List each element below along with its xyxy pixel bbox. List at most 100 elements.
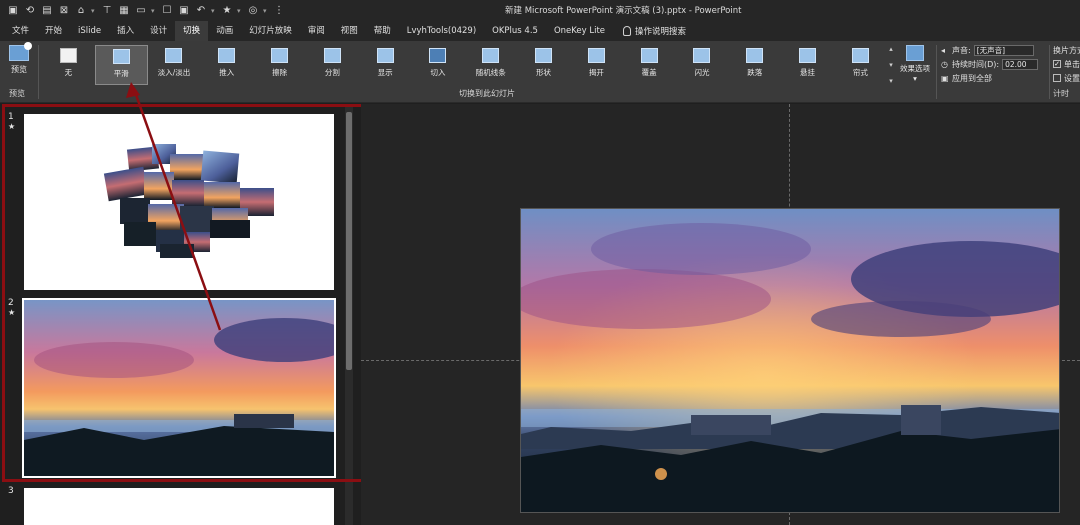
tab-slideshow[interactable]: 幻灯片放映: [241, 21, 300, 41]
tab-file[interactable]: 文件: [4, 21, 37, 41]
annotation-highlight-box: [2, 104, 388, 482]
on-click-label: 单击: [1064, 59, 1080, 69]
transition-label: 擦除: [272, 68, 288, 77]
transitions-group-label: 切换到此幻灯片: [459, 89, 515, 98]
transition-label: 帘式: [852, 68, 868, 77]
transition-wipe[interactable]: 擦除: [253, 45, 306, 85]
transition-label: 分割: [324, 68, 340, 77]
group-divider: [38, 45, 39, 99]
transition-cover[interactable]: 覆盖: [623, 45, 676, 85]
advance-slide-group: 换片方式 ✓ 单击 设置: [1053, 43, 1080, 85]
scroll-down-icon[interactable]: ▾: [889, 61, 893, 69]
shape-icon: [535, 48, 553, 63]
tab-insert[interactable]: 插入: [109, 21, 142, 41]
undo-icon[interactable]: ↶: [194, 4, 208, 18]
tab-islide[interactable]: iSlide: [70, 21, 109, 41]
speaker-icon: ◂: [941, 46, 946, 55]
transition-label: 形状: [536, 68, 552, 77]
customize-toolbar-icon[interactable]: ⋮: [272, 4, 286, 18]
sound-select[interactable]: [无声音]: [973, 44, 1034, 56]
effect-options-label: 效果选项: [900, 64, 930, 73]
advance-title: 换片方式: [1053, 45, 1080, 55]
tab-review[interactable]: 审阅: [300, 21, 333, 41]
transition-gallery: 无 平滑 淡入/淡出 推入 擦除 分割 显示 切入 随机线条 形状 揭开 覆盖 …: [42, 45, 887, 85]
dropdown-arrow-icon[interactable]: ▾: [91, 7, 97, 15]
share-icon[interactable]: ⌂: [74, 4, 88, 18]
preview-label: 预览: [11, 65, 27, 74]
after-checkbox[interactable]: [1053, 74, 1061, 82]
transition-uncover[interactable]: 揭开: [570, 45, 623, 85]
tab-onekey-lite[interactable]: OneKey Lite: [546, 21, 613, 41]
shape-icon[interactable]: ▣: [177, 4, 191, 18]
tab-home[interactable]: 开始: [37, 21, 70, 41]
tab-lvyhtools[interactable]: LvyhTools(0429): [399, 21, 484, 41]
ribbon: 预览 预览 无 平滑 淡入/淡出 推入 擦除 分割 显示 切入 随机线条 形状 …: [0, 41, 1080, 103]
dropdown-arrow-icon-2[interactable]: ▾: [151, 7, 157, 15]
transition-split[interactable]: 分割: [306, 45, 359, 85]
transition-reveal[interactable]: 显示: [359, 45, 412, 85]
tab-transitions[interactable]: 切换: [175, 21, 209, 41]
effect-options-button[interactable]: 效果选项 ▾: [897, 45, 933, 89]
current-slide-image[interactable]: [520, 208, 1060, 513]
effect-options-icon: [906, 45, 924, 61]
save-icon[interactable]: ▣: [6, 4, 20, 18]
cut-icon: [429, 48, 447, 63]
on-click-row[interactable]: ✓ 单击: [1053, 57, 1080, 71]
transition-fade[interactable]: 淡入/淡出: [148, 45, 201, 85]
autosave-icon[interactable]: ⟲: [23, 4, 37, 18]
transition-label: 揭开: [588, 68, 604, 77]
expand-gallery-icon[interactable]: ▾: [889, 77, 893, 85]
dropdown-arrow-icon-4[interactable]: ▾: [237, 7, 243, 15]
transition-cut[interactable]: 切入: [412, 45, 465, 85]
gallery-scroll[interactable]: ▴ ▾ ▾: [886, 45, 896, 85]
transition-curtains[interactable]: 帘式: [834, 45, 887, 85]
tab-okplus[interactable]: OKPlus 4.5: [484, 21, 546, 41]
group-divider: [1049, 45, 1050, 99]
morph-icon: [112, 49, 130, 64]
duration-input[interactable]: 02.00: [1002, 58, 1039, 70]
open-icon[interactable]: ⊠: [57, 4, 71, 18]
transition-push[interactable]: 推入: [200, 45, 253, 85]
format-painter-icon[interactable]: ⊤: [100, 4, 114, 18]
dropdown-arrow-icon-5[interactable]: ▾: [263, 7, 269, 15]
transition-label: 淡入/淡出: [157, 68, 191, 77]
transition-fall-over[interactable]: 跌落: [728, 45, 781, 85]
apply-all-button[interactable]: 应用到全部: [952, 73, 992, 84]
random-bars-icon: [482, 48, 500, 63]
tab-help[interactable]: 帮助: [366, 21, 399, 41]
text-icon[interactable]: ☐: [160, 4, 174, 18]
dropdown-arrow-icon-3[interactable]: ▾: [211, 7, 217, 15]
tab-design[interactable]: 设计: [142, 21, 175, 41]
slide-thumbnail-3[interactable]: [24, 488, 334, 525]
preview-button[interactable]: 预览: [4, 42, 34, 87]
transition-random-bars[interactable]: 随机线条: [464, 45, 517, 85]
transition-label: 切入: [430, 68, 446, 77]
star-icon[interactable]: ★: [220, 4, 234, 18]
after-row[interactable]: 设置: [1053, 71, 1080, 85]
duration-label: 持续时间(D):: [952, 59, 1000, 69]
transition-morph[interactable]: 平滑: [94, 45, 148, 85]
check-icon[interactable]: ◎: [246, 4, 260, 18]
new-icon[interactable]: ▤: [40, 4, 54, 18]
picture-icon[interactable]: ▭: [134, 4, 148, 18]
tab-animations[interactable]: 动画: [208, 21, 241, 41]
transition-drape[interactable]: 悬挂: [781, 45, 834, 85]
split-icon: [323, 48, 341, 63]
none-icon: [59, 48, 77, 63]
cover-icon: [640, 48, 658, 63]
transition-shape[interactable]: 形状: [517, 45, 570, 85]
timing-group: ◂ 声音: [无声音] ◷ 持续时间(D): 02.00 ▣ 应用到全部: [941, 43, 1051, 85]
apply-all-row[interactable]: ▣ 应用到全部: [941, 71, 1051, 85]
tell-me-search[interactable]: 操作说明搜索: [613, 25, 686, 37]
chevron-down-icon: ▾: [913, 74, 917, 83]
sound-label: 声音:: [952, 45, 971, 55]
sunset-city-photo-large: [521, 209, 1059, 512]
on-click-checkbox[interactable]: ✓: [1053, 60, 1061, 68]
scroll-up-icon[interactable]: ▴: [889, 45, 893, 53]
tell-me-label: 操作说明搜索: [635, 27, 687, 37]
table-icon[interactable]: ▦: [117, 4, 131, 18]
transition-none[interactable]: 无: [42, 45, 95, 85]
tab-view[interactable]: 视图: [333, 21, 366, 41]
transition-label: 显示: [377, 68, 393, 77]
transition-flash[interactable]: 闪光: [676, 45, 729, 85]
